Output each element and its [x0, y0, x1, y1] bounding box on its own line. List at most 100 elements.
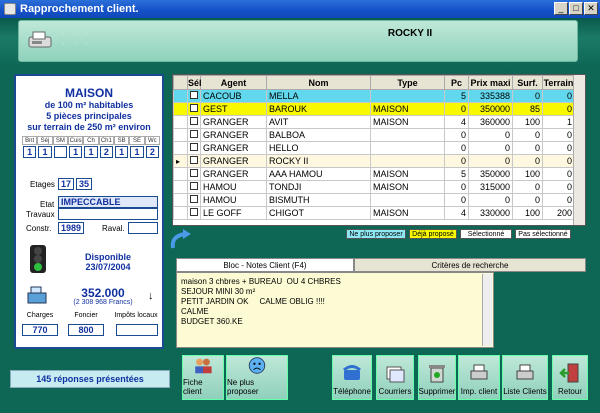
header-dots: · · ·: [62, 38, 91, 48]
marker: [173, 102, 188, 116]
table-row[interactable]: GRANGER AAA HAMOU MAISON 5 350000 100 0: [173, 167, 585, 181]
select-checkbox[interactable]: [187, 115, 201, 129]
checkbox[interactable]: [190, 156, 198, 164]
marker: [173, 115, 188, 129]
checkbox[interactable]: [190, 91, 198, 99]
imp-client-button[interactable]: Imp. client: [458, 355, 500, 400]
agent-cell: GRANGER: [200, 154, 267, 168]
maximize-button[interactable]: □: [569, 2, 583, 15]
col-header[interactable]: Terrain: [542, 75, 575, 90]
agent-cell: CACOUB: [200, 89, 267, 103]
nom-cell: AAA HAMOU: [266, 167, 371, 181]
close-button[interactable]: ✕: [584, 2, 598, 15]
legend-ne-plus-proposer: Ne plus proposer: [346, 229, 406, 239]
table-row[interactable]: HAMOU TONDJI MAISON 0 315000 0 0: [173, 180, 585, 194]
terrain-cell: 0: [542, 167, 575, 181]
sad-face-icon: [248, 357, 266, 374]
select-checkbox[interactable]: [187, 167, 201, 181]
fiche-client-button[interactable]: Fiche client: [182, 355, 224, 400]
table-row[interactable]: ▸ GRANGER ROCKY II 0 0 0 0: [173, 154, 585, 168]
constr-value: 1989: [58, 222, 84, 234]
agent-cell: GRANGER: [200, 167, 267, 181]
checkbox[interactable]: [190, 117, 198, 125]
terrain-cell: 0: [542, 89, 575, 103]
table-row[interactable]: GRANGER BALBOA 0 0 0 0: [173, 128, 585, 142]
travaux-label: Travaux: [26, 210, 55, 219]
type-cell: [370, 154, 445, 168]
select-checkbox[interactable]: [187, 102, 201, 116]
prix-cell: 350000: [468, 102, 513, 116]
type-cell: MAISON: [370, 167, 445, 181]
tab-criteres[interactable]: Critères de recherche: [354, 258, 586, 272]
col-header[interactable]: Nom: [266, 75, 371, 90]
terrain-cell: 200: [542, 206, 575, 220]
prix-cell: 360000: [468, 115, 513, 129]
checkbox[interactable]: [190, 169, 198, 177]
supprimer-button[interactable]: Supprimer: [418, 355, 456, 400]
table-row[interactable]: HAMOU BISMUTH 0 0 0 0: [173, 193, 585, 207]
type-cell: [370, 128, 445, 142]
prix-cell: 335388: [468, 89, 513, 103]
notes-textarea[interactable]: maison 3 chbres + BUREAU OU 4 CHBRES SEJ…: [176, 272, 494, 348]
terrain-cell: 0: [542, 102, 575, 116]
checkbox[interactable]: [190, 130, 198, 138]
pc-cell: 0: [444, 193, 469, 207]
col-header[interactable]: Pc: [444, 75, 469, 90]
select-checkbox[interactable]: [187, 128, 201, 142]
table-row[interactable]: LE GOFF CHIGOT MAISON 4 330000 100 200: [173, 206, 585, 220]
room-value: 1: [130, 146, 144, 158]
grid-scrollbar[interactable]: [573, 75, 585, 225]
select-checkbox[interactable]: [187, 193, 201, 207]
notes-scrollbar[interactable]: [482, 274, 492, 346]
table-row[interactable]: GEST BAROUK MAISON 0 350000 85 0: [173, 102, 585, 116]
agent-cell: GRANGER: [200, 115, 267, 129]
table-row[interactable]: GRANGER HELLO 0 0 0 0: [173, 141, 585, 155]
nom-cell: TONDJI: [266, 180, 371, 194]
retour-button[interactable]: Retour: [552, 355, 588, 400]
col-header[interactable]: Surf.: [512, 75, 543, 90]
marker: ▸: [173, 154, 188, 168]
table-row[interactable]: GRANGER AVIT MAISON 4 360000 100 1: [173, 115, 585, 129]
tab-notes[interactable]: Bloc - Notes Client (F4): [176, 258, 354, 272]
telephone-button[interactable]: Téléphone: [332, 355, 372, 400]
select-checkbox[interactable]: [187, 180, 201, 194]
select-checkbox[interactable]: [187, 206, 201, 220]
table-row[interactable]: CACOUB MELLA 5 335388 0 0: [173, 89, 585, 103]
checkbox[interactable]: [190, 143, 198, 151]
foncier-label: Foncier: [74, 312, 98, 319]
col-header[interactable]: Type: [370, 75, 445, 90]
room-header: Ch1: [98, 136, 114, 145]
app-icon: [4, 3, 16, 15]
fiche-client-label: Fiche client: [183, 378, 203, 396]
marker: [173, 141, 188, 155]
property-terrain: sur terrain de 250 m² environ: [27, 122, 151, 132]
pc-cell: 0: [444, 128, 469, 142]
col-header[interactable]: Prix maxi: [468, 75, 513, 90]
cash-register-icon: [27, 286, 47, 304]
minimize-button[interactable]: _: [554, 2, 568, 15]
courriers-button[interactable]: Courriers: [376, 355, 414, 400]
status-count: 145 réponses présentées: [10, 370, 170, 388]
price-francs: (2 308 968 Francs): [73, 299, 133, 306]
select-checkbox[interactable]: [187, 154, 201, 168]
checkbox[interactable]: [190, 182, 198, 190]
surf-cell: 0: [512, 128, 543, 142]
select-checkbox[interactable]: [187, 89, 201, 103]
checkbox[interactable]: [190, 104, 198, 112]
liste-clients-button[interactable]: Liste Clients: [502, 355, 548, 400]
courriers-label: Courriers: [378, 387, 412, 396]
ne-plus-proposer-button[interactable]: Ne plus proposer: [226, 355, 288, 400]
etat-label: Etat: [40, 200, 55, 209]
col-header[interactable]: Agent: [200, 75, 267, 90]
agent-cell: HAMOU: [200, 180, 267, 194]
type-cell: [370, 141, 445, 155]
room-header: SM: [52, 136, 68, 145]
type-cell: MAISON: [370, 206, 445, 220]
select-checkbox[interactable]: [187, 141, 201, 155]
col-header[interactable]: Sél: [187, 75, 202, 90]
checkbox[interactable]: [190, 208, 198, 216]
results-grid[interactable]: Sél Agent Nom Type Pc Prix maxi Surf. Te…: [172, 74, 586, 226]
checkbox[interactable]: [190, 195, 198, 203]
prix-cell: 0: [468, 154, 513, 168]
surf-cell: 0: [512, 193, 543, 207]
